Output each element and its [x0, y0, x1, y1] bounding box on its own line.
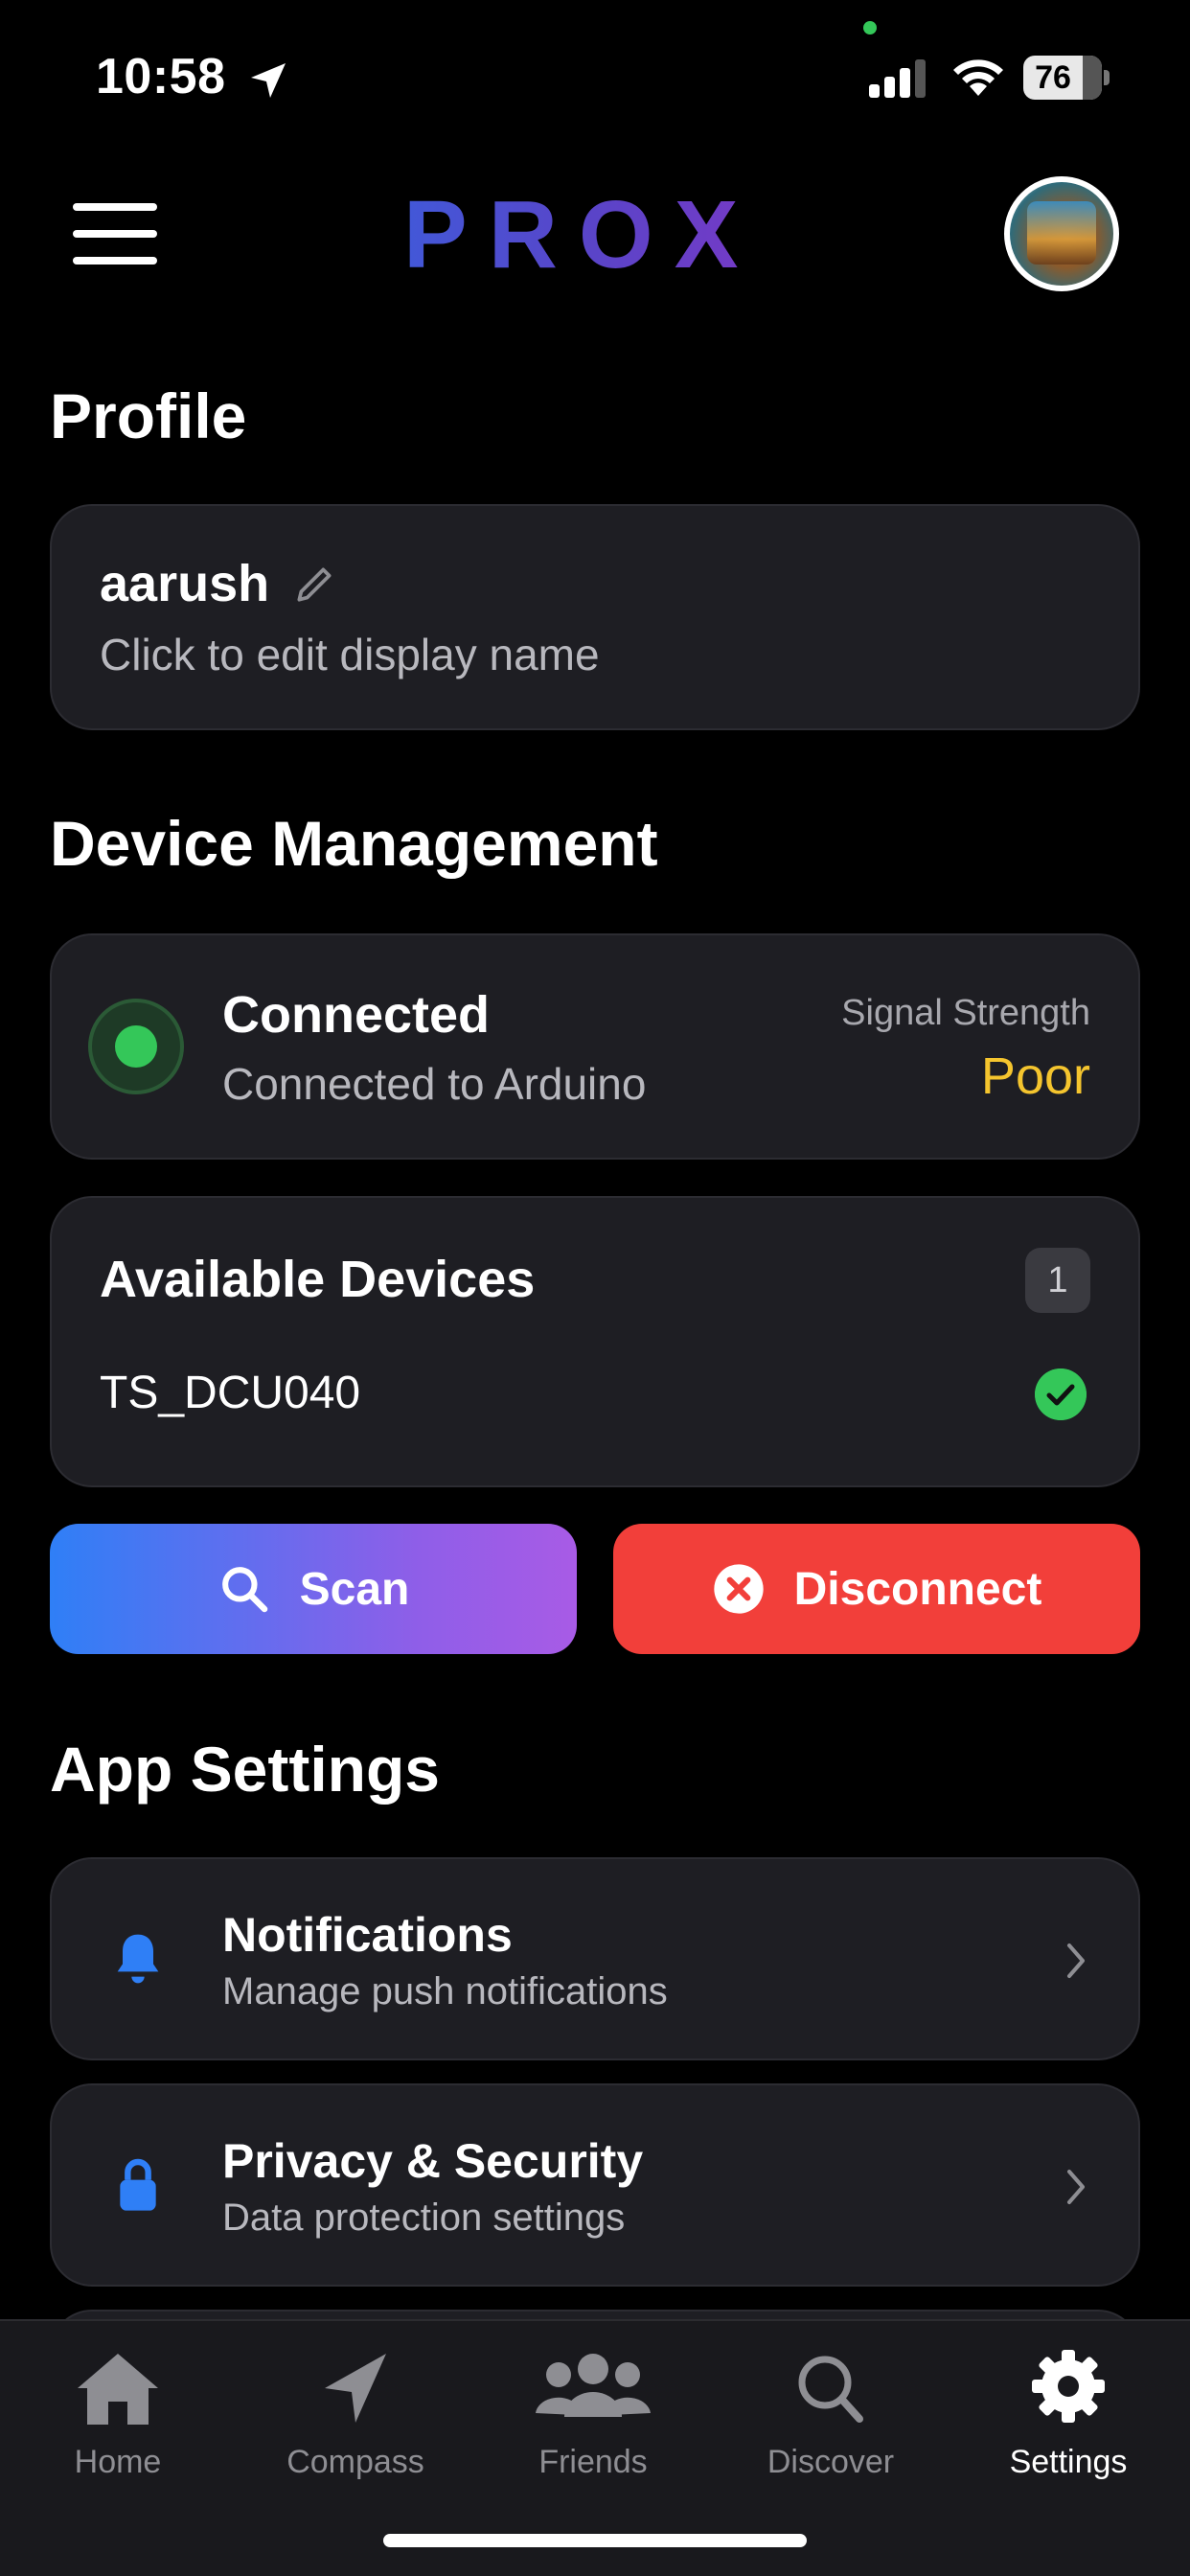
chevron-right-icon	[1067, 1944, 1085, 1978]
tab-label: Discover	[767, 2444, 895, 2480]
hamburger-menu-icon[interactable]	[73, 203, 157, 264]
house-icon	[78, 2354, 158, 2425]
connection-status-title: Connected	[222, 986, 491, 1044]
settings-item-privacy-security[interactable]: Privacy & Security Data protection setti…	[50, 2083, 1140, 2287]
people-icon	[536, 2354, 651, 2417]
search-icon	[798, 2356, 863, 2423]
scan-button[interactable]: Scan	[50, 1524, 577, 1654]
tab-label: Home	[74, 2444, 162, 2480]
checkmark-icon	[1035, 1368, 1087, 1420]
profile-card[interactable]: aarush Click to edit display name	[50, 504, 1140, 730]
tab-discover[interactable]: Discover	[735, 2346, 927, 2499]
wifi-icon	[953, 59, 1003, 96]
battery-indicator: 76	[1023, 56, 1110, 100]
avatar[interactable]	[1004, 176, 1119, 291]
scan-button-label: Scan	[299, 1563, 410, 1615]
app-logo: PROX I	[403, 182, 787, 393]
profile-section-title: Profile	[50, 380, 247, 451]
disconnect-button[interactable]: Disconnect	[613, 1524, 1140, 1654]
close-circle-icon	[713, 1564, 764, 1614]
available-devices-count: 1	[1025, 1248, 1090, 1313]
settings-item-subtitle: Manage push notifications	[222, 1970, 668, 2012]
settings-item-title: Notifications	[222, 1908, 513, 1962]
status-bar: 10:58 76	[0, 0, 1190, 144]
app-settings-section-title: App Settings	[50, 1734, 440, 1805]
battery-level: 76	[1035, 59, 1071, 96]
settings-item-title: Privacy & Security	[222, 2134, 644, 2188]
location-arrow-icon	[251, 63, 286, 98]
cellular-signal-icon	[869, 59, 926, 98]
connection-status-subtitle: Connected to Arduino	[222, 1059, 647, 1109]
lock-icon	[120, 2158, 156, 2211]
device-list-item[interactable]: TS_DCU040	[100, 1367, 360, 1419]
bell-icon	[117, 1934, 159, 1984]
tab-label: Settings	[1009, 2444, 1128, 2480]
tab-label: Compass	[286, 2444, 424, 2480]
pencil-icon[interactable]	[291, 560, 339, 608]
status-time: 10:58	[96, 49, 226, 104]
settings-item-notifications[interactable]: Notifications Manage push notifications	[50, 1857, 1140, 2060]
chevron-right-icon	[1067, 2170, 1085, 2204]
display-name: aarush	[100, 555, 270, 612]
gear-icon	[1032, 2350, 1105, 2423]
connection-status-indicator	[88, 999, 184, 1094]
tab-friends[interactable]: Friends	[497, 2346, 689, 2499]
search-icon	[221, 1567, 267, 1613]
tab-compass[interactable]: Compass	[260, 2346, 451, 2499]
signal-strength-value: Poor	[980, 1047, 1090, 1105]
device-management-section-title: Device Management	[50, 808, 658, 879]
disconnect-button-label: Disconnect	[793, 1563, 1042, 1615]
signal-strength-label: Signal Strength	[841, 993, 1090, 1033]
available-devices-card: Available Devices 1 TS_DCU040	[50, 1196, 1140, 1487]
settings-item-subtitle: Data protection settings	[222, 2196, 626, 2239]
navigation-arrow-icon	[325, 2354, 386, 2423]
tab-home[interactable]: Home	[22, 2346, 214, 2499]
available-devices-title: Available Devices	[100, 1251, 536, 1308]
tab-label: Friends	[538, 2444, 648, 2480]
home-indicator	[383, 2534, 807, 2547]
connection-status-card: Connected Connected to Arduino Signal St…	[50, 933, 1140, 1160]
camera-indicator-dot	[863, 21, 877, 34]
tab-settings[interactable]: Settings	[973, 2346, 1164, 2499]
edit-display-name-hint: Click to edit display name	[100, 630, 600, 679]
